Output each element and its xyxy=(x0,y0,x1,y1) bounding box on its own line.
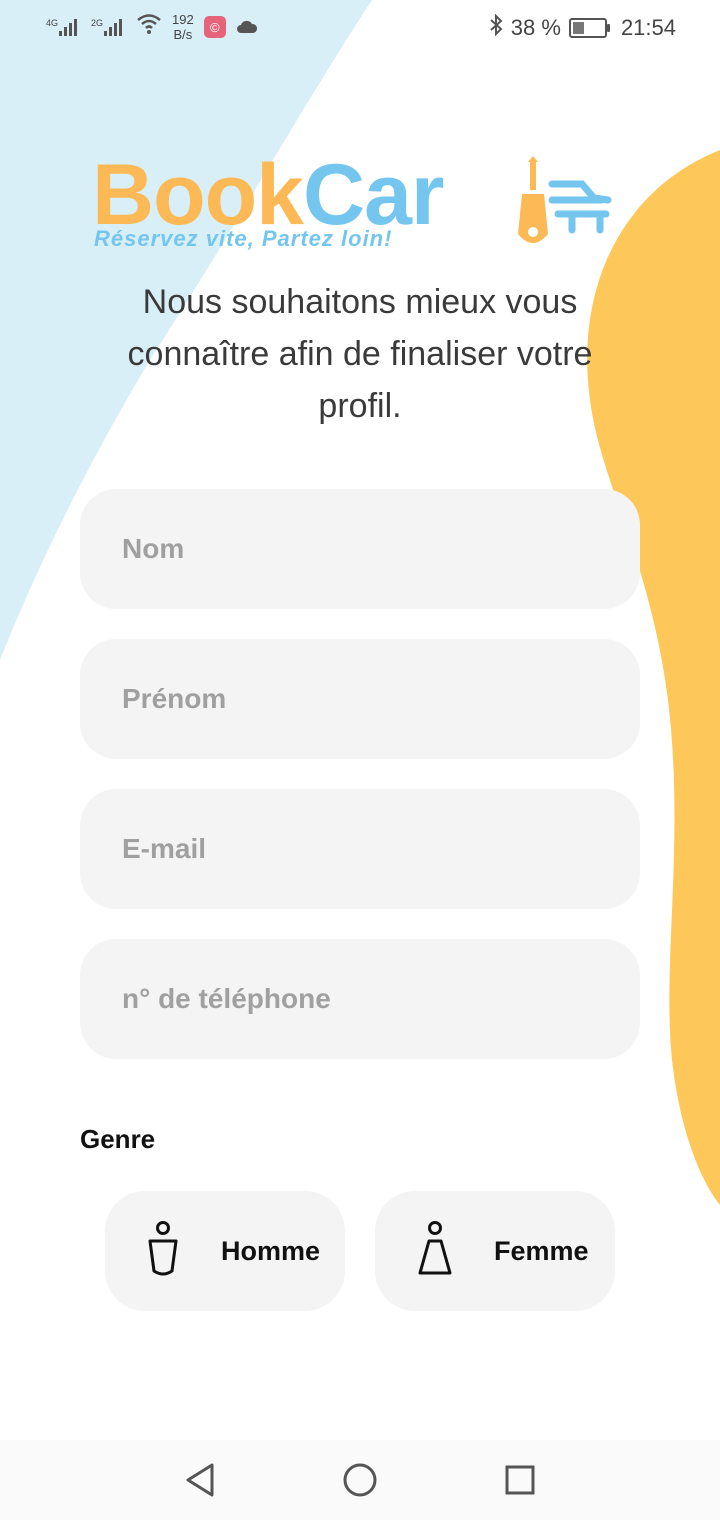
male-button[interactable]: Homme xyxy=(105,1191,345,1311)
bookcar-logo: BookCar Réservez vite, Partez loin! xyxy=(92,150,612,260)
phone-input[interactable] xyxy=(120,982,600,1016)
prenom-input[interactable] xyxy=(120,682,600,716)
signal-2g-icon: 2G xyxy=(91,18,126,36)
home-button[interactable] xyxy=(340,1460,380,1500)
clock: 21:54 xyxy=(620,15,676,40)
car-key-icon xyxy=(518,156,612,243)
battery-icon xyxy=(568,18,610,38)
navigation-bar xyxy=(0,1440,720,1520)
nom-field[interactable] xyxy=(80,489,640,609)
signal-4g-icon: 4G xyxy=(46,18,81,36)
female-person-icon xyxy=(418,1221,452,1275)
back-button[interactable] xyxy=(180,1460,220,1500)
email-field[interactable] xyxy=(80,789,640,909)
prenom-field[interactable] xyxy=(80,639,640,759)
male-person-icon xyxy=(148,1221,178,1276)
cloud-icon xyxy=(236,14,258,40)
recents-square-icon xyxy=(505,1465,535,1495)
network-speed: 192 B/s xyxy=(172,12,194,42)
recents-button[interactable] xyxy=(500,1460,540,1500)
email-input[interactable] xyxy=(120,832,600,866)
female-button[interactable]: Femme xyxy=(375,1191,615,1311)
battery-percent: 38 % xyxy=(510,15,561,40)
male-label: Homme xyxy=(221,1236,321,1266)
wifi-icon xyxy=(136,13,162,41)
bluetooth-icon xyxy=(489,13,503,42)
nom-input[interactable] xyxy=(120,532,600,566)
status-bar: 4G 2G 192 B/s © 38 % 21:54 xyxy=(0,0,720,56)
intro-text: Nous souhaitons mieux vous connaître afi… xyxy=(127,283,593,425)
logo-tagline: Réservez vite, Partez loin! xyxy=(94,226,393,251)
genre-label: Genre xyxy=(80,1124,156,1154)
app-notification-icon: © xyxy=(203,16,226,38)
female-label: Femme xyxy=(494,1236,589,1266)
back-triangle-icon xyxy=(186,1463,214,1497)
phone-field[interactable] xyxy=(80,939,640,1059)
home-circle-icon xyxy=(343,1463,377,1497)
